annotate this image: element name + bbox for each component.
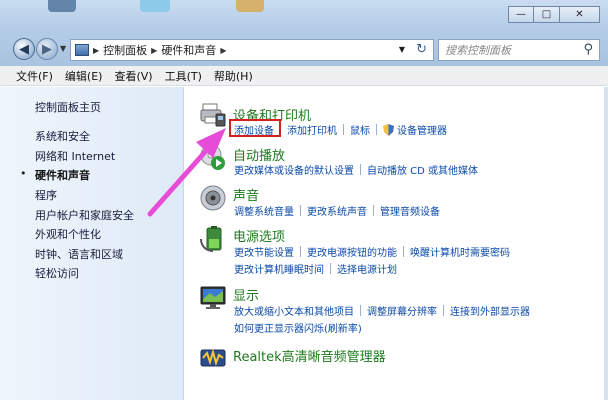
highlight-box (229, 119, 281, 137)
breadcrumb-control-panel[interactable]: 控制面板 (103, 42, 147, 58)
manage-audio-devices-link[interactable]: 管理音频设备 (380, 203, 440, 218)
autoplay-links: 更改媒体或设备的默认设置 自动播放 CD 或其他媒体 (234, 162, 478, 177)
device-manager-link[interactable]: 设备管理器 (397, 122, 447, 137)
realtek-audio-icon (200, 348, 226, 367)
arrow-left-icon: ◀ (19, 41, 29, 57)
power-links-row2: 更改计算机睡眠时间 选择电源计划 (234, 261, 397, 276)
link-separator (376, 124, 377, 135)
refresh-icon[interactable]: ↻ (416, 42, 427, 57)
sidebar-item-ease-of-access[interactable]: 轻松访问 (35, 265, 79, 281)
chevron-right-icon[interactable]: ▶ (220, 46, 226, 55)
chevron-right-icon[interactable]: ▶ (93, 46, 99, 55)
menu-tools[interactable]: 工具(T) (159, 68, 208, 84)
link-separator (360, 164, 361, 175)
link-separator (330, 263, 331, 274)
breadcrumb-hardware-sound[interactable]: 硬件和声音 (161, 42, 216, 58)
window-chrome: — □ ✕ ◀ ▶ ▼ ▶ 控制面板 ▶ 硬件和声音 ▶ ▼ ↻ 搜索控制面板 … (0, 0, 608, 66)
taskbar-thumbnail (48, 0, 76, 12)
recent-pages-dropdown[interactable]: ▼ (60, 44, 66, 53)
change-default-media-link[interactable]: 更改媒体或设备的默认设置 (234, 162, 354, 177)
minimize-button[interactable]: — (508, 6, 534, 23)
link-separator (300, 205, 301, 216)
link-separator (343, 124, 344, 135)
menu-view[interactable]: 查看(V) (108, 68, 158, 84)
menu-bar: 文件(F) 编辑(E) 查看(V) 工具(T) 帮助(H) (0, 66, 608, 86)
sidebar-item-hardware-sound[interactable]: 硬件和声音 (35, 167, 90, 183)
arrow-right-icon: ▶ (42, 41, 52, 57)
sidebar-item-programs[interactable]: 程序 (35, 187, 57, 203)
link-separator (443, 305, 444, 316)
link-separator (373, 205, 374, 216)
close-button[interactable]: ✕ (560, 6, 600, 23)
external-display-link[interactable]: 连接到外部显示器 (450, 303, 530, 318)
link-separator (300, 246, 301, 257)
choose-power-plan-link[interactable]: 选择电源计划 (337, 261, 397, 276)
sound-links: 调整系统音量 更改系统声音 管理音频设备 (234, 203, 440, 218)
display-links-row2: 如何更正显示器闪烁(刷新率) (234, 320, 362, 335)
fix-flicker-link[interactable]: 如何更正显示器闪烁(刷新率) (234, 320, 362, 335)
chevron-right-icon[interactable]: ▶ (151, 46, 157, 55)
autoplay-cd-link[interactable]: 自动播放 CD 或其他媒体 (367, 162, 478, 177)
back-button[interactable]: ◀ (13, 38, 35, 60)
sidebar-item-home[interactable]: 控制面板主页 (35, 99, 101, 115)
control-panel-icon (75, 44, 89, 56)
display-title[interactable]: 显示 (233, 285, 259, 304)
power-links-row1: 更改节能设置 更改电源按钮的功能 唤醒计算机时需要密码 (234, 244, 510, 259)
sidebar: 控制面板主页 系统和安全 网络和 Internet • 硬件和声音 程序 用户帐… (0, 87, 184, 400)
address-bar[interactable]: ▶ 控制面板 ▶ 硬件和声音 ▶ ▼ ↻ (70, 39, 434, 61)
menu-help[interactable]: 帮助(H) (208, 68, 259, 84)
change-power-saving-link[interactable]: 更改节能设置 (234, 244, 294, 259)
sidebar-item-appearance[interactable]: 外观和个性化 (35, 226, 101, 242)
sidebar-item-clock-language[interactable]: 时钟、语言和区域 (35, 246, 123, 262)
chevron-down-icon[interactable]: ▼ (399, 45, 405, 54)
link-separator (360, 305, 361, 316)
scrollbar[interactable] (604, 87, 608, 400)
battery-icon (200, 226, 222, 252)
speaker-icon (200, 185, 226, 211)
zoom-text-link[interactable]: 放大或缩小文本和其他项目 (234, 303, 354, 318)
current-bullet-icon: • (20, 167, 27, 180)
change-power-button-link[interactable]: 更改电源按钮的功能 (307, 244, 397, 259)
monitor-icon (200, 286, 226, 309)
screen-resolution-link[interactable]: 调整屏幕分辨率 (367, 303, 437, 318)
add-printer-link[interactable]: 添加打印机 (287, 122, 337, 137)
window-controls: — □ ✕ (508, 6, 600, 23)
shield-icon (383, 123, 394, 136)
search-icon[interactable]: ⚲ (583, 42, 593, 57)
display-links-row1: 放大或缩小文本和其他项目 调整屏幕分辨率 连接到外部显示器 (234, 303, 530, 318)
menu-edit[interactable]: 编辑(E) (59, 68, 109, 84)
change-sleep-time-link[interactable]: 更改计算机睡眠时间 (234, 261, 324, 276)
sound-title[interactable]: 声音 (233, 185, 259, 204)
search-box[interactable]: 搜索控制面板 ⚲ (438, 39, 600, 61)
maximize-button[interactable]: □ (534, 6, 560, 23)
menu-file[interactable]: 文件(F) (10, 68, 59, 84)
sidebar-item-user-accounts[interactable]: 用户帐户和家庭安全 (35, 207, 134, 223)
taskbar-thumbnail (236, 0, 264, 12)
printer-icon (200, 103, 226, 127)
change-system-sounds-link[interactable]: 更改系统声音 (307, 203, 367, 218)
forward-button[interactable]: ▶ (36, 38, 58, 60)
taskbar-thumbnail (140, 0, 170, 12)
autoplay-icon (200, 144, 225, 170)
link-separator (403, 246, 404, 257)
search-input[interactable]: 搜索控制面板 (445, 42, 511, 58)
realtek-manager-title[interactable]: Realtek高清晰音频管理器 (233, 346, 386, 365)
sidebar-item-network[interactable]: 网络和 Internet (35, 148, 115, 164)
power-options-title[interactable]: 电源选项 (233, 226, 285, 245)
adjust-volume-link[interactable]: 调整系统音量 (234, 203, 294, 218)
sidebar-item-system-security[interactable]: 系统和安全 (35, 128, 90, 144)
mouse-link[interactable]: 鼠标 (350, 122, 370, 137)
require-password-wake-link[interactable]: 唤醒计算机时需要密码 (410, 244, 510, 259)
